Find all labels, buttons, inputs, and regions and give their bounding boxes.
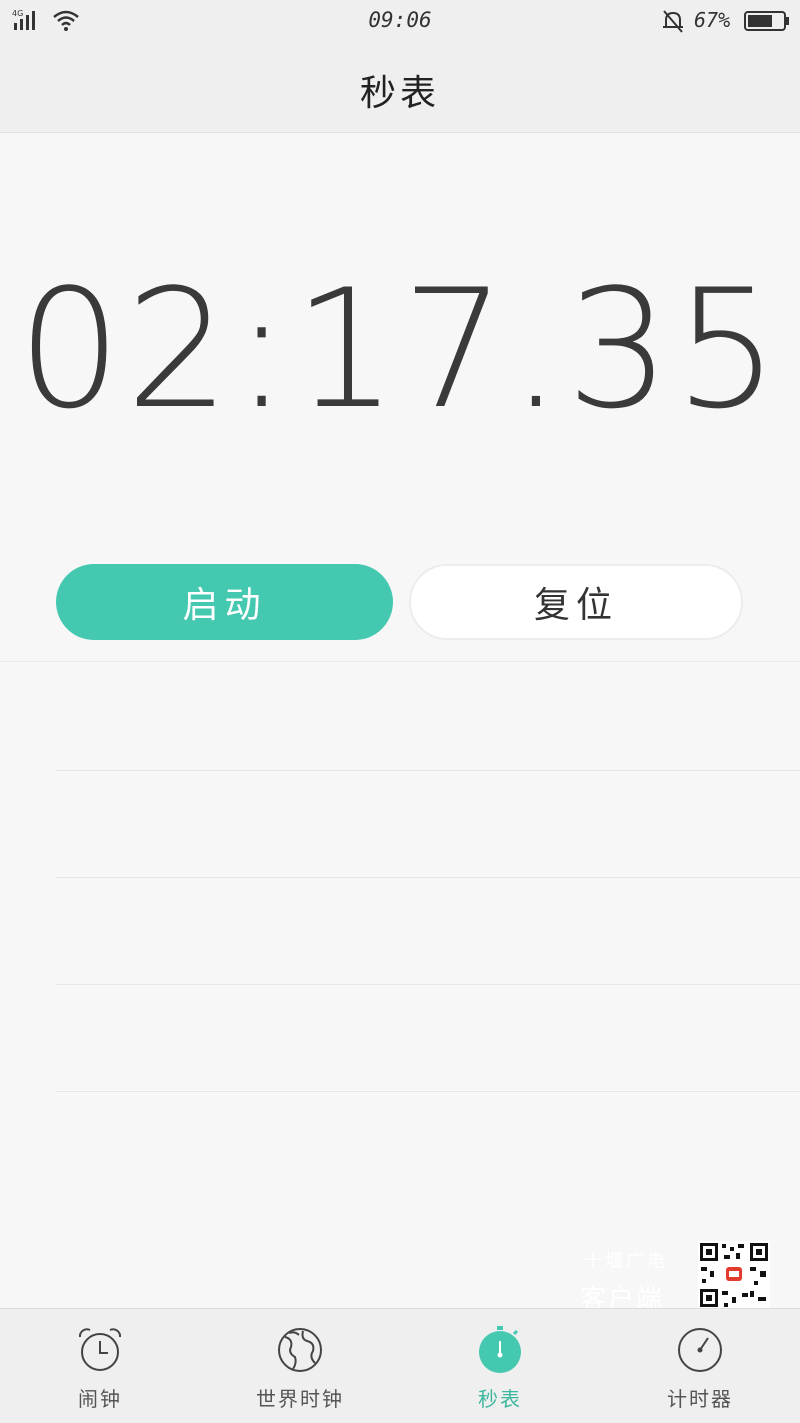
tab-stopwatch[interactable]: 秒表 [400, 1309, 600, 1423]
lap-row-divider [56, 1091, 800, 1092]
status-bar: 4G 09:06 67% [0, 0, 800, 40]
alarm-clock-icon [78, 1328, 122, 1371]
stopwatch-icon [479, 1326, 521, 1373]
battery-icon [744, 11, 789, 31]
globe-icon [278, 1328, 322, 1372]
battery-percent: 67% [694, 8, 731, 32]
bottom-navigation: 闹钟 世界时钟 秒表 计时器 [0, 1308, 800, 1423]
reset-button[interactable]: 复位 [409, 564, 743, 640]
title-bar: 秒表 [0, 40, 800, 133]
stopwatch-time-display: 02:17.35 [17, 254, 783, 445]
tab-label: 世界时钟 [256, 1387, 344, 1411]
lap-row-divider [56, 877, 800, 878]
tab-world-clock[interactable]: 世界时钟 [200, 1309, 400, 1423]
tab-timer[interactable]: 计时器 [600, 1309, 800, 1423]
lap-row-divider [56, 770, 800, 771]
tab-label: 闹钟 [78, 1387, 122, 1411]
start-button[interactable]: 启动 [56, 564, 393, 640]
tab-label: 计时器 [667, 1387, 733, 1411]
stopwatch-panel: 02:17.35 启动 复位 十堰广电 客户端 [0, 133, 800, 1315]
lap-row-divider [56, 984, 800, 985]
page-title: 秒表 [359, 73, 440, 114]
laps-divider [0, 661, 800, 662]
qr-code-icon [698, 1241, 770, 1309]
silent-bell-icon [663, 10, 683, 33]
watermark-line1: 十堰广电 [584, 1251, 668, 1272]
tab-alarm[interactable]: 闹钟 [0, 1309, 200, 1423]
tab-label: 秒表 [478, 1387, 522, 1411]
timer-icon [678, 1328, 722, 1372]
